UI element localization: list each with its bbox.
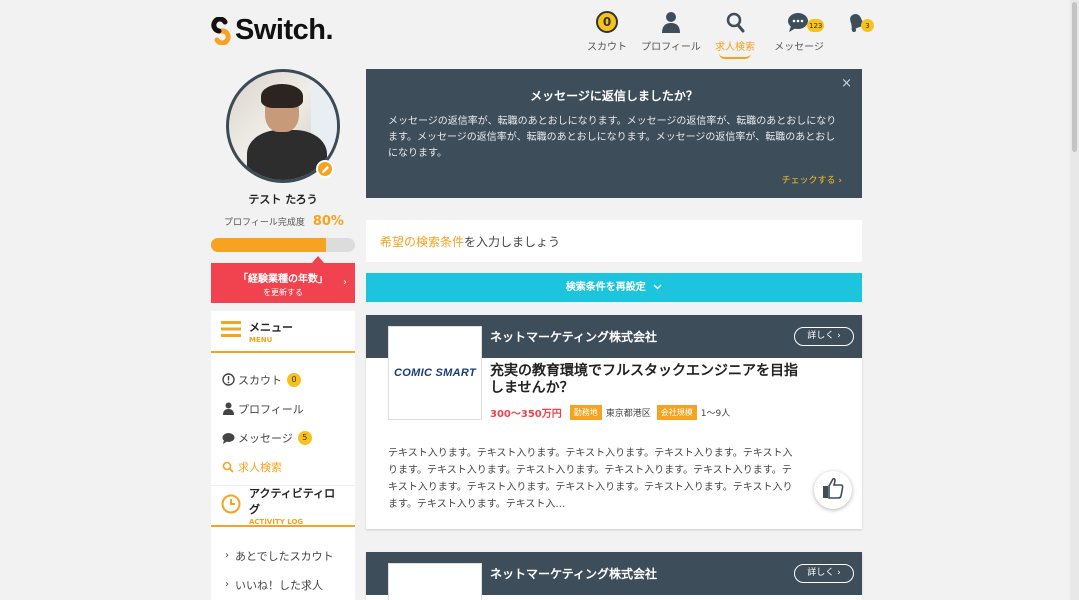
message-badge: 5 <box>297 430 312 445</box>
hamburger-icon <box>221 320 241 342</box>
sidebar-menu: メニュー MENU スカウト 0 プロフィール メッセージ 5 求人検索 アクテ… <box>211 311 355 600</box>
sidebar-item-profile[interactable]: プロフィール <box>221 394 355 423</box>
activity-title: アクティビティログ <box>249 487 336 516</box>
profile-completion: プロフィール完成度 80% <box>224 214 344 229</box>
progress-pointer <box>312 256 324 263</box>
company-logo <box>388 563 482 600</box>
search-conditions-link[interactable]: 希望の検索条件 <box>380 235 464 249</box>
chat-icon <box>221 432 235 444</box>
detail-button[interactable]: 詳しく › <box>794 327 854 346</box>
notice-body: メッセージの返信率が、転職のあとおしになります。メッセージの返信率が、転職のあと… <box>388 116 837 159</box>
activity-item-later-scout[interactable]: › あとでしたスカウト <box>225 541 355 570</box>
search-conditions-prompt: 希望の検索条件を入力しましょう <box>366 220 862 262</box>
message-count-badge: 123 <box>807 19 825 32</box>
activity-item-label: いいね！した求人 <box>235 578 323 592</box>
nav-message[interactable]: 123 メッセージ <box>767 10 831 53</box>
company-size: 1〜9人 <box>700 409 731 419</box>
user-name: テスト たろう <box>248 193 318 206</box>
check-link[interactable]: チェックする › <box>782 173 842 186</box>
salary: 300〜350万円 <box>490 409 562 420</box>
sidebar-item-label: メッセージ <box>238 431 293 445</box>
update-line1: 「経験業種の年数」 <box>238 274 328 285</box>
reply-reminder-notice: × メッセージに返信しましたか？ メッセージの返信率が、転職のあとおしになります… <box>366 69 862 198</box>
switch-logo[interactable]: Switch. <box>211 14 334 47</box>
activity-header: アクティビティログ ACTIVITY LOG <box>211 485 355 527</box>
job-meta: 300〜350万円 勤務地 東京都港区 会社規模 1〜9人 <box>490 405 736 420</box>
company-logo-text: COMIC SMART <box>394 367 476 379</box>
menu-title-en: MENU <box>249 335 273 344</box>
nav-profile-label: プロフィール <box>641 42 701 53</box>
notification-count-badge: 3 <box>861 19 874 32</box>
top-navigation: 0 スカウト プロフィール 求人検索 123 メッセージ 3 <box>575 10 881 59</box>
reset-search-conditions-button[interactable]: 検索条件を再設定 <box>366 273 862 302</box>
exclamation-circle-icon <box>221 373 235 386</box>
thumbs-up-icon <box>822 477 844 503</box>
update-experience-button[interactable]: 「経験業種の年数」 を更新する › <box>211 263 355 303</box>
search-conditions-suffix: を入力しましょう <box>464 235 561 249</box>
sidebar-item-scout[interactable]: スカウト 0 <box>221 365 355 394</box>
job-title[interactable]: 充実の教育環境でフルスタックエンジニアを目指しませんか？ <box>490 363 806 397</box>
job-description: テキスト入ります。テキスト入ります。テキスト入ります。テキスト入ります。テキスト… <box>388 448 793 510</box>
sidebar-item-label: スカウト <box>238 373 282 387</box>
clock-icon <box>221 494 241 518</box>
person-icon <box>221 402 235 415</box>
search-icon <box>703 10 767 34</box>
profile-completion-label: プロフィール完成度 <box>224 218 305 228</box>
nav-scout[interactable]: 0 スカウト <box>575 10 639 53</box>
company-size-tag: 会社規模 <box>656 405 697 420</box>
chevron-down-icon <box>653 282 662 293</box>
search-icon <box>221 461 235 473</box>
like-button[interactable] <box>814 471 852 509</box>
job-card[interactable]: ネットマーケティング株式会社 詳しく › COMIC SMART 充実の教育環境… <box>366 315 862 529</box>
nav-message-label: メッセージ <box>774 42 824 53</box>
activity-title-en: ACTIVITY LOG <box>249 518 304 526</box>
nav-job-search-label: 求人検索 <box>715 42 755 53</box>
edit-pencil-icon[interactable] <box>316 160 334 178</box>
scout-badge: 0 <box>287 372 301 387</box>
menu-title: メニュー <box>249 320 293 334</box>
update-line2: を更新する <box>263 288 303 297</box>
scout-coin-icon: 0 <box>596 11 618 33</box>
location-tag: 勤務地 <box>569 405 602 420</box>
sidebar-item-label: プロフィール <box>238 402 304 416</box>
page-scrollbar[interactable] <box>1070 0 1079 600</box>
reset-label: 検索条件を再設定 <box>565 282 646 293</box>
nav-profile[interactable]: プロフィール <box>639 10 703 53</box>
profile-progress-fill <box>211 238 327 252</box>
chevron-right-icon: › <box>343 277 347 288</box>
location: 東京都港区 <box>605 409 651 419</box>
job-card[interactable]: ネットマーケティング株式会社 詳しく › <box>366 552 862 600</box>
chevron-right-icon: › <box>225 550 229 561</box>
activity-item-liked-jobs[interactable]: › いいね！した求人 <box>225 570 355 599</box>
sidebar-item-label: 求人検索 <box>238 460 282 474</box>
active-underline <box>719 53 751 59</box>
activity-item-label: あとでしたスカウト <box>235 549 334 563</box>
scrollbar-thumb[interactable] <box>1072 2 1077 152</box>
sidebar-item-job-search[interactable]: 求人検索 <box>221 452 355 481</box>
logo-text: Switch. <box>235 14 334 46</box>
person-icon <box>639 10 703 34</box>
company-name: ネットマーケティング株式会社 <box>490 330 658 344</box>
nav-notifications[interactable]: 3 <box>831 10 881 53</box>
detail-button[interactable]: 詳しく › <box>794 564 854 583</box>
nav-job-search[interactable]: 求人検索 <box>703 10 767 59</box>
profile-progress-bar <box>211 238 355 252</box>
menu-header: メニュー MENU <box>211 311 355 353</box>
notice-title: メッセージに返信しましたか？ <box>530 89 698 103</box>
company-name: ネットマーケティング株式会社 <box>490 567 658 581</box>
profile-completion-value: 80% <box>312 214 344 229</box>
chevron-right-icon: › <box>225 579 229 590</box>
sidebar-item-message[interactable]: メッセージ 5 <box>221 423 355 452</box>
logo-mark-icon <box>211 16 231 45</box>
company-logo: COMIC SMART <box>388 326 482 420</box>
nav-scout-label: スカウト <box>587 42 627 53</box>
